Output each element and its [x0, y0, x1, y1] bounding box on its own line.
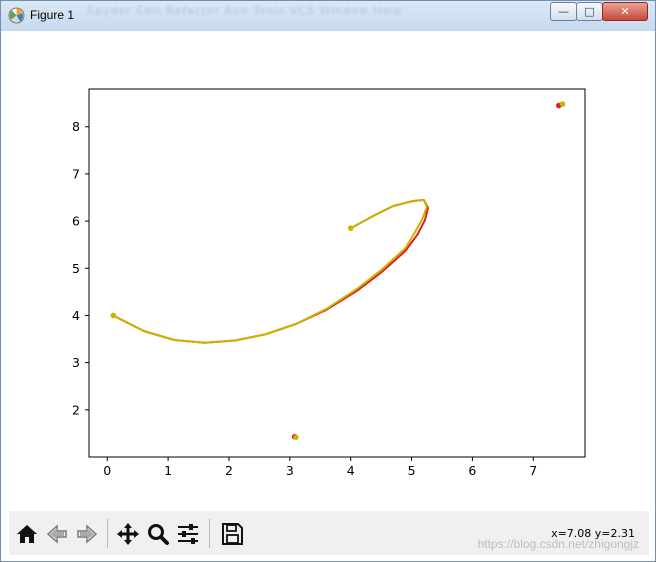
back-arrow-icon [46, 523, 67, 544]
x-tick-label: 1 [164, 463, 172, 478]
figure-window: Figure 1 Spyder Edit Refactor Run Tools … [0, 0, 656, 562]
minimize-icon: — [558, 5, 569, 18]
y-tick-label: 3 [72, 355, 80, 370]
series-point-1 [293, 434, 299, 440]
zoom-button[interactable] [143, 519, 172, 548]
watermark-text: https://blog.csdn.net/zhigongjz [477, 537, 639, 551]
matplotlib-icon [8, 7, 25, 24]
figure-canvas[interactable]: 0 1 2 3 4 5 6 7 2 3 4 5 6 7 8 [9, 31, 649, 511]
close-button[interactable]: ✕ [602, 2, 648, 21]
toolbar-separator [209, 519, 210, 548]
navigation-toolbar: x=7.08 y=2.31 https://blog.csdn.net/zhig… [9, 511, 649, 555]
series-point-1 [110, 312, 117, 319]
configure-subplots-icon [177, 523, 198, 544]
plot-area[interactable]: 0 1 2 3 4 5 6 7 2 3 4 5 6 7 8 [9, 31, 649, 511]
y-tick-label: 4 [72, 308, 80, 323]
title-bar[interactable]: Figure 1 Spyder Edit Refactor Run Tools … [1, 1, 655, 31]
maximize-button[interactable]: □ [576, 2, 603, 21]
forward-arrow-icon [76, 523, 97, 544]
home-button[interactable] [12, 519, 41, 548]
axes-frame [88, 88, 586, 458]
toolbar-separator [107, 519, 108, 548]
zoom-icon [147, 523, 169, 545]
maximize-icon: □ [584, 5, 595, 18]
window-title: Figure 1 [30, 8, 75, 22]
pan-icon [116, 522, 139, 545]
close-icon: ✕ [620, 5, 630, 18]
save-button[interactable] [217, 519, 246, 548]
x-tick-label: 0 [103, 463, 111, 478]
x-tick-label: 7 [529, 463, 537, 478]
y-tick-label: 7 [72, 166, 80, 181]
y-tick-label: 5 [72, 261, 80, 276]
x-tick-label: 4 [347, 463, 355, 478]
x-tick-label: 2 [225, 463, 233, 478]
pan-button[interactable] [113, 519, 142, 548]
forward-button[interactable] [72, 519, 101, 548]
home-icon [16, 524, 37, 543]
x-tick-label: 3 [286, 463, 294, 478]
x-tick-label: 5 [408, 463, 416, 478]
save-icon [221, 522, 243, 545]
configure-subplots-button[interactable] [173, 519, 202, 548]
x-tick-label: 6 [468, 463, 476, 478]
back-button[interactable] [42, 519, 71, 548]
minimize-button[interactable]: — [550, 2, 577, 21]
series-point-1 [347, 225, 354, 231]
y-tick-label: 6 [72, 214, 80, 229]
background-menu-bar: Spyder Edit Refactor Run Tools VCS Windo… [87, 4, 403, 17]
y-tick-label: 2 [72, 402, 80, 417]
series-point-1 [559, 101, 566, 107]
y-tick-label: 8 [72, 119, 80, 134]
